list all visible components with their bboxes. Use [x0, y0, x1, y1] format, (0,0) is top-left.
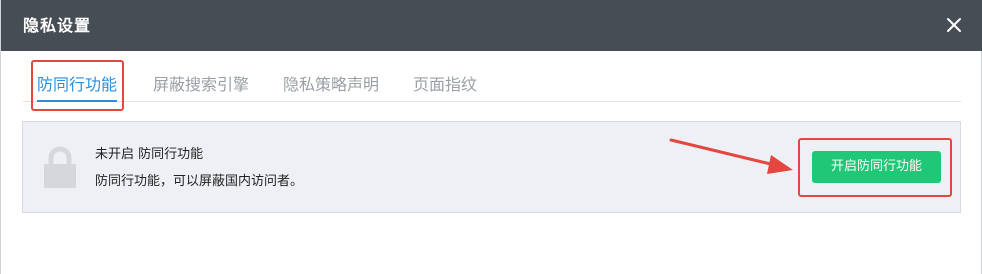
tab-bar: 防同行功能 屏蔽搜索引擎 隐私策略声明 页面指纹 — [23, 73, 961, 102]
enable-anti-peer-button[interactable]: 开启防同行功能 — [812, 151, 941, 183]
pointer-arrow-icon — [669, 138, 793, 174]
lock-icon — [42, 145, 78, 189]
close-icon[interactable] — [943, 14, 965, 36]
tab-privacy-policy[interactable]: 隐私策略声明 — [283, 73, 379, 100]
tab-block-search-engines[interactable]: 屏蔽搜索引擎 — [153, 73, 249, 100]
dialog-title: 隐私设置 — [23, 16, 92, 35]
active-tab-annotation-box — [31, 60, 124, 111]
tab-page-fingerprint[interactable]: 页面指纹 — [413, 73, 477, 100]
dialog-titlebar: 隐私设置 — [1, 0, 982, 51]
feature-description: 防同行功能，可以屏蔽国内访问者。 — [95, 174, 304, 189]
feature-status: 未开启 防同行功能 — [95, 147, 204, 162]
privacy-settings-dialog: 隐私设置 防同行功能 屏蔽搜索引擎 隐私策略声明 页面指纹 未开启 防同行功能 … — [0, 0, 982, 274]
